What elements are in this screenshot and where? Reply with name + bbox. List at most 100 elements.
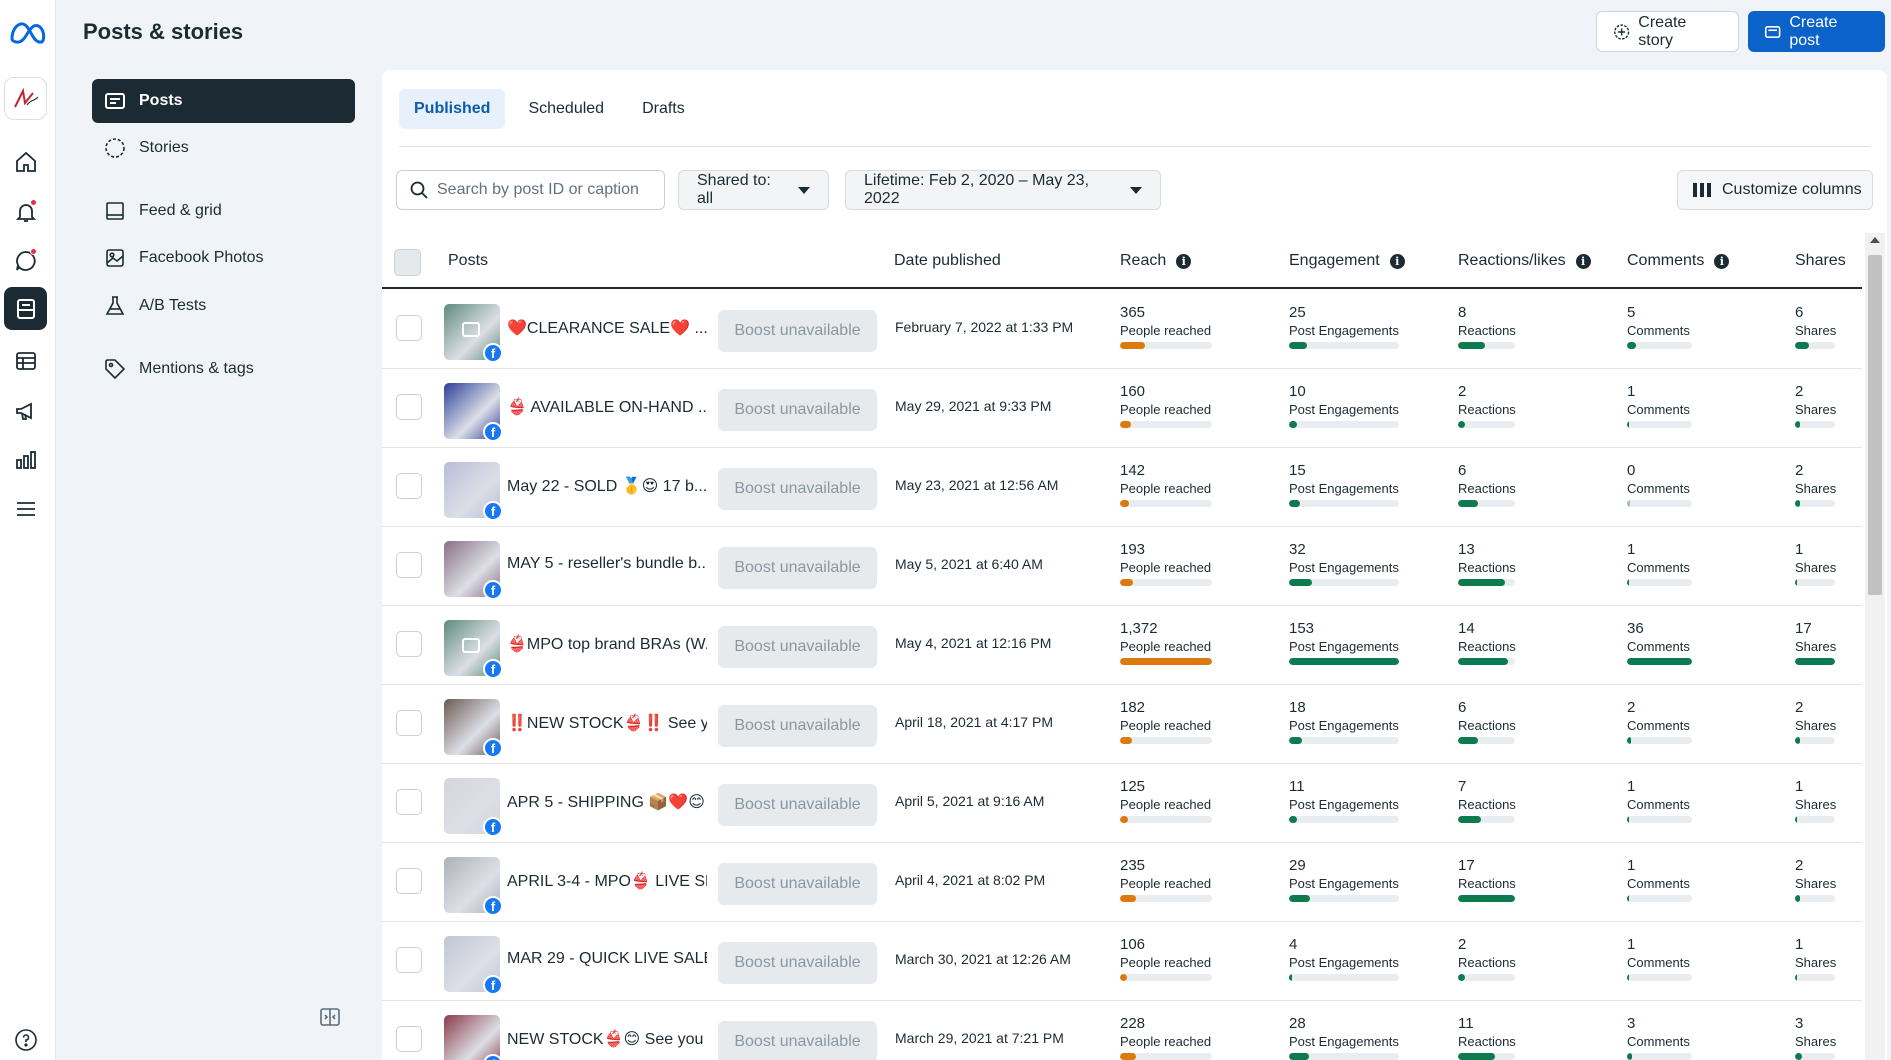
- post-caption[interactable]: ❤️CLEARANCE SALE❤️ ...: [507, 318, 707, 338]
- inbox-button[interactable]: [4, 239, 47, 282]
- vertical-scrollbar[interactable]: [1865, 233, 1885, 1060]
- row-checkbox[interactable]: [396, 631, 422, 657]
- post-thumbnail[interactable]: f: [444, 778, 503, 837]
- subnav-item-stories[interactable]: Stories: [92, 126, 355, 170]
- scrollbar-thumb[interactable]: [1868, 255, 1882, 595]
- row-checkbox[interactable]: [396, 789, 422, 815]
- post-thumbnail[interactable]: f: [444, 936, 503, 995]
- metric-reactions: 17 Reactions: [1458, 857, 1516, 902]
- shares-bar: [1795, 1053, 1835, 1060]
- tab-drafts[interactable]: Drafts: [627, 89, 700, 129]
- comments-sublabel: Comments: [1627, 481, 1690, 496]
- ads-button[interactable]: [4, 389, 47, 432]
- row-checkbox[interactable]: [396, 710, 422, 736]
- post-caption[interactable]: APRIL 3-4 - MPO👙 LIVE SE...: [507, 871, 707, 891]
- boost-unavailable-button[interactable]: Boost unavailable: [718, 784, 877, 826]
- post-thumbnail[interactable]: f: [444, 304, 503, 363]
- post-caption[interactable]: MAR 29 - QUICK LIVE SALE...: [507, 950, 707, 968]
- boost-unavailable-button[interactable]: Boost unavailable: [718, 942, 877, 984]
- row-checkbox[interactable]: [396, 552, 422, 578]
- info-icon[interactable]: i: [1575, 253, 1591, 269]
- boost-unavailable-button[interactable]: Boost unavailable: [718, 1021, 877, 1060]
- flask-icon: [105, 296, 125, 315]
- table-row[interactable]: f APRIL 3-4 - MPO👙 LIVE SE... Boost unavai…: [382, 843, 1862, 922]
- scroll-up-arrow-icon[interactable]: [1870, 237, 1880, 243]
- metric-shares: 1 Shares: [1795, 778, 1836, 823]
- post-thumbnail[interactable]: f: [444, 1015, 503, 1060]
- column-header-date[interactable]: Date published: [894, 233, 1001, 289]
- post-caption[interactable]: 👙MPO top brand BRAs (W...: [507, 634, 707, 654]
- customize-columns-button[interactable]: Customize columns: [1677, 170, 1873, 210]
- select-all-checkbox[interactable]: [394, 249, 421, 276]
- notifications-button[interactable]: [4, 190, 47, 233]
- table-row[interactable]: f MAR 29 - QUICK LIVE SALE... Boost unavai…: [382, 922, 1862, 1001]
- planner-button[interactable]: [4, 339, 47, 382]
- post-caption[interactable]: 👙 AVAILABLE ON-HAND ...: [507, 397, 707, 417]
- table-row[interactable]: f APR 5 - SHIPPING 📦❤️😊 Boost unavailable A…: [382, 764, 1862, 843]
- create-post-button[interactable]: Create post: [1748, 11, 1885, 52]
- boost-unavailable-button[interactable]: Boost unavailable: [718, 468, 877, 510]
- table-row[interactable]: f ❤️CLEARANCE SALE❤️ ... Boost unavailable…: [382, 290, 1862, 369]
- home-button[interactable]: [4, 140, 47, 183]
- column-header-shares[interactable]: Shares: [1795, 233, 1846, 289]
- subnav-item-feed-grid[interactable]: Feed & grid: [92, 189, 355, 233]
- table-row[interactable]: f 👙 AVAILABLE ON-HAND ... Boost unavailabl…: [382, 369, 1862, 448]
- row-checkbox[interactable]: [396, 947, 422, 973]
- post-thumbnail[interactable]: f: [444, 462, 503, 521]
- info-icon[interactable]: i: [1176, 253, 1192, 269]
- column-header-comments[interactable]: Comments i: [1627, 233, 1730, 289]
- tab-scheduled[interactable]: Scheduled: [513, 89, 619, 129]
- subnav-item-posts[interactable]: Posts: [92, 79, 355, 123]
- column-header-engagement[interactable]: Engagement i: [1289, 233, 1405, 289]
- boost-unavailable-button[interactable]: Boost unavailable: [718, 863, 877, 905]
- table-row[interactable]: f MAY 5 - reseller's bundle b... Boost una…: [382, 527, 1862, 606]
- search-input[interactable]: [437, 181, 647, 199]
- subnav-item-mentions-tags[interactable]: Mentions & tags: [92, 347, 355, 391]
- boost-unavailable-button[interactable]: Boost unavailable: [718, 389, 877, 431]
- row-checkbox[interactable]: [396, 868, 422, 894]
- collapse-panel-icon[interactable]: [319, 1006, 341, 1028]
- row-checkbox[interactable]: [396, 1026, 422, 1052]
- post-caption[interactable]: MAY 5 - reseller's bundle b...: [507, 555, 707, 573]
- help-button[interactable]: [4, 1020, 47, 1060]
- post-caption[interactable]: May 22 - SOLD 🥇😍 17 b...: [507, 476, 707, 496]
- row-checkbox[interactable]: [396, 473, 422, 499]
- page-avatar[interactable]: [4, 77, 47, 120]
- meta-logo-icon[interactable]: [7, 18, 47, 48]
- info-icon[interactable]: i: [1389, 253, 1405, 269]
- table-row[interactable]: f 👙MPO top brand BRAs (W... Boost unavaila…: [382, 606, 1862, 685]
- subnav-item-ab-tests[interactable]: A/B Tests: [92, 284, 355, 328]
- row-checkbox[interactable]: [396, 315, 422, 341]
- column-header-label: Posts: [448, 252, 489, 269]
- table-row[interactable]: f May 22 - SOLD 🥇😍 17 b... Boost unavailab…: [382, 448, 1862, 527]
- menu-button[interactable]: [4, 487, 47, 530]
- table-row[interactable]: f‼️NEW STOCK👙‼️ See you i... Boost unavai…: [382, 685, 1862, 764]
- post-caption[interactable]: ‼️NEW STOCK👙‼️ See you i...: [507, 713, 707, 733]
- boost-unavailable-button[interactable]: Boost unavailable: [718, 310, 877, 352]
- create-story-button[interactable]: Create story: [1596, 11, 1739, 52]
- row-checkbox[interactable]: [396, 394, 422, 420]
- info-icon[interactable]: i: [1714, 253, 1730, 269]
- subnav-item-facebook-photos[interactable]: Facebook Photos: [92, 236, 355, 280]
- search-box[interactable]: [396, 170, 665, 210]
- date-range-dropdown[interactable]: Lifetime: Feb 2, 2020 – May 23, 2022: [845, 170, 1161, 210]
- insights-button[interactable]: [4, 438, 47, 481]
- boost-unavailable-button[interactable]: Boost unavailable: [718, 547, 877, 589]
- boost-unavailable-button[interactable]: Boost unavailable: [718, 626, 877, 668]
- column-header-reach[interactable]: Reach i: [1120, 233, 1192, 289]
- post-caption[interactable]: NEW STOCK👙😊 See you ...: [507, 1029, 707, 1049]
- shared-to-dropdown[interactable]: Shared to: all: [678, 170, 829, 210]
- post-thumbnail[interactable]: f: [444, 383, 503, 442]
- post-thumbnail[interactable]: f: [444, 541, 503, 600]
- post-thumbnail[interactable]: f: [444, 857, 503, 916]
- post-thumbnail[interactable]: f: [444, 699, 503, 758]
- posts-rail-button[interactable]: [4, 287, 47, 330]
- reach-bar: [1120, 974, 1212, 981]
- column-header-posts[interactable]: Posts: [448, 233, 488, 289]
- table-row[interactable]: fNEW STOCK👙😊 See you ... Boost unavailabl…: [382, 1001, 1862, 1060]
- post-caption[interactable]: APR 5 - SHIPPING 📦❤️😊: [507, 792, 707, 812]
- tab-published[interactable]: Published: [399, 89, 506, 129]
- post-thumbnail[interactable]: f: [444, 620, 503, 679]
- column-header-reactions[interactable]: Reactions/likes i: [1458, 233, 1591, 289]
- boost-unavailable-button[interactable]: Boost unavailable: [718, 705, 877, 747]
